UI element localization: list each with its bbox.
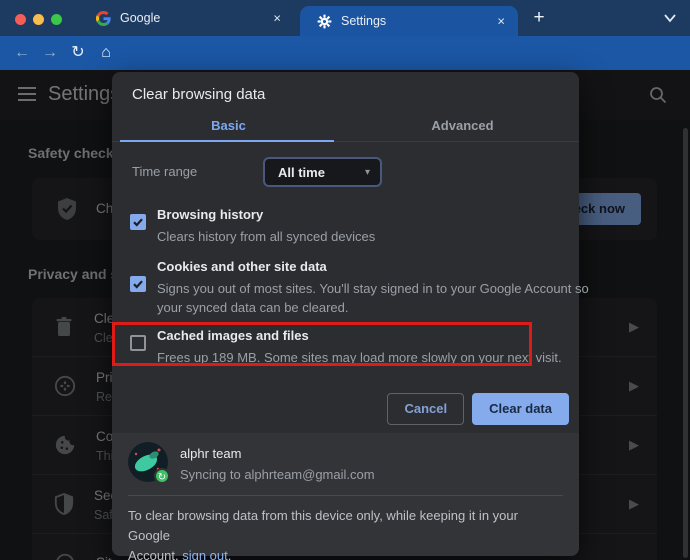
- time-range-value: All time: [278, 165, 365, 180]
- tab-close-icon[interactable]: ×: [497, 14, 505, 29]
- active-tab-underline: [120, 140, 334, 142]
- tab-close-icon[interactable]: ×: [273, 11, 281, 26]
- tab-settings[interactable]: Settings ×: [300, 6, 518, 36]
- account-sync-status: Syncing to alphrteam@gmail.com: [180, 467, 375, 482]
- sync-badge-icon: ↻: [154, 468, 170, 484]
- option-browsing-history[interactable]: Browsing history Clears history from all…: [130, 207, 567, 246]
- checkmark-icon: [132, 216, 144, 228]
- tab-advanced[interactable]: Advanced: [346, 118, 579, 133]
- forward-button[interactable]: →: [37, 36, 63, 70]
- dialog-title: Clear browsing data: [132, 86, 265, 103]
- tab-label: Settings: [341, 14, 386, 28]
- checkbox-browsing-history[interactable]: [130, 214, 146, 230]
- macos-minimize-button[interactable]: [33, 14, 44, 25]
- macos-close-button[interactable]: [15, 14, 26, 25]
- tab-basic[interactable]: Basic: [112, 118, 345, 133]
- google-favicon: [96, 11, 111, 26]
- home-button[interactable]: ⌂: [93, 36, 119, 70]
- new-tab-button[interactable]: +: [528, 6, 550, 30]
- tab-google[interactable]: Google ×: [62, 0, 294, 36]
- dropdown-caret-icon: ▾: [365, 167, 370, 178]
- back-button[interactable]: ←: [9, 36, 35, 70]
- checkmark-icon: [132, 278, 144, 290]
- option-cookies[interactable]: Cookies and other site data Signs you ou…: [130, 259, 567, 317]
- clear-browsing-data-dialog: Clear browsing data Basic Advanced Time …: [112, 72, 579, 556]
- macos-zoom-button[interactable]: [51, 14, 62, 25]
- dialog-footer: ↻ alphr team Syncing to alphrteam@gmail.…: [112, 433, 579, 556]
- account-avatar: ↻: [128, 442, 168, 482]
- clear-data-button[interactable]: Clear data: [472, 393, 569, 425]
- tab-strip: Google × Settings × +: [0, 0, 690, 36]
- time-range-label: Time range: [132, 157, 197, 187]
- tab-label: Google: [120, 11, 160, 25]
- account-name: alphr team: [180, 446, 241, 461]
- gear-icon: [317, 14, 332, 29]
- toolbar: ← → ↻ ⌂ Chrome chrome://settings/clearBr…: [0, 36, 690, 70]
- footer-note: To clear browsing data from this device …: [128, 506, 558, 560]
- reload-button[interactable]: ↻: [65, 36, 91, 70]
- tab-search-chevron-icon[interactable]: [662, 11, 678, 25]
- dialog-tabs: Basic Advanced: [112, 118, 579, 142]
- red-highlight-annotation: [112, 322, 532, 366]
- chrome-window: Google × Settings × + ← → ↻ ⌂: [0, 0, 690, 560]
- cancel-button[interactable]: Cancel: [387, 393, 464, 425]
- footer-divider: [128, 495, 563, 496]
- sign-out-link[interactable]: sign out: [182, 548, 228, 560]
- checkbox-cookies[interactable]: [130, 276, 146, 292]
- dialog-buttons: Cancel Clear data: [387, 393, 569, 425]
- time-range-select[interactable]: All time ▾: [263, 157, 382, 187]
